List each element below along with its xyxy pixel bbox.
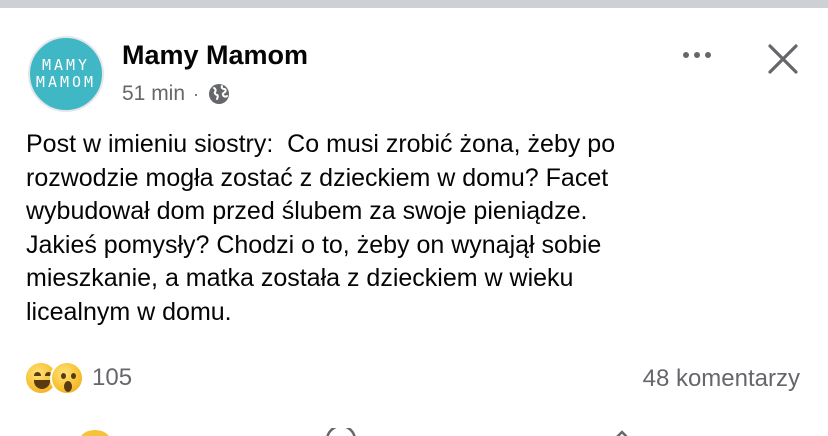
post-time[interactable]: 51 min <box>122 82 185 106</box>
meta-separator: · <box>193 83 200 104</box>
top-divider <box>0 0 828 8</box>
close-icon[interactable] <box>766 42 800 76</box>
more-options-icon[interactable] <box>674 38 720 72</box>
avatar-logo-line1: MAMY <box>41 56 91 74</box>
share-icon[interactable] <box>606 428 640 436</box>
comment-icon[interactable] <box>324 428 358 436</box>
comments-count-link[interactable]: 48 komentarzy <box>643 365 800 393</box>
post-body-text: Post w imieniu siostry: Co musi zrobić ż… <box>26 130 616 326</box>
page-name[interactable]: Mamy Mamom <box>122 40 308 71</box>
reaction-count: 105 <box>92 364 133 391</box>
reactions-summary[interactable]: 105 <box>24 361 132 395</box>
like-icon[interactable] <box>78 428 112 436</box>
globe-icon <box>209 84 230 104</box>
page-avatar[interactable]: MAMY MAMOM <box>28 36 104 112</box>
post-meta: 51 min · <box>122 82 231 106</box>
avatar-logo: MAMY MAMOM <box>30 38 102 110</box>
wow-emoji-icon <box>50 361 84 395</box>
avatar-logo-line2: MAMOM <box>35 73 97 91</box>
post-header: MAMY MAMOM Mamy Mamom 51 min · <box>0 8 828 120</box>
